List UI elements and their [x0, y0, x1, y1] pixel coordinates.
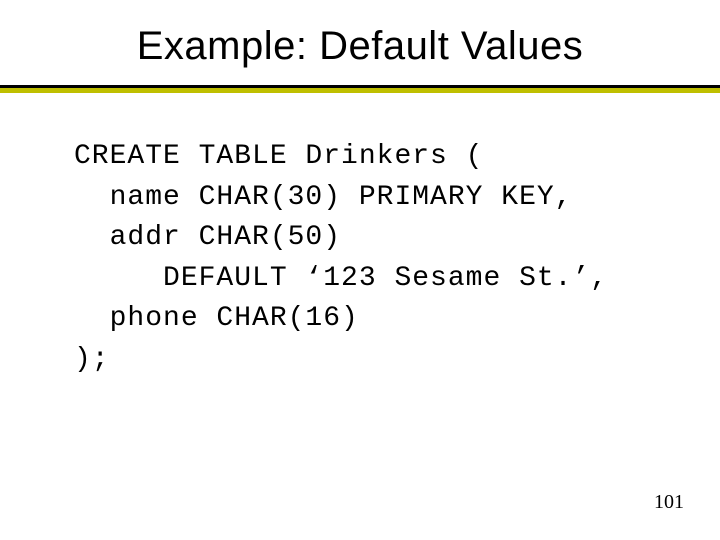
- code-block: CREATE TABLE Drinkers ( name CHAR(30) PR…: [0, 93, 720, 381]
- code-line-5: phone CHAR(16): [74, 303, 359, 334]
- page-number: 101: [654, 491, 684, 514]
- divider-bottom: [0, 88, 720, 93]
- code-line-3: addr CHAR(50): [74, 222, 341, 253]
- code-line-6: );: [74, 344, 110, 375]
- code-line-1: CREATE TABLE Drinkers (: [74, 141, 483, 172]
- code-line-2: name CHAR(30) PRIMARY KEY,: [74, 182, 572, 213]
- divider: [0, 85, 720, 93]
- slide: Example: Default Values CREATE TABLE Dri…: [0, 0, 720, 540]
- slide-title: Example: Default Values: [0, 0, 720, 69]
- code-line-4: DEFAULT ‘123 Sesame St.’,: [74, 263, 608, 294]
